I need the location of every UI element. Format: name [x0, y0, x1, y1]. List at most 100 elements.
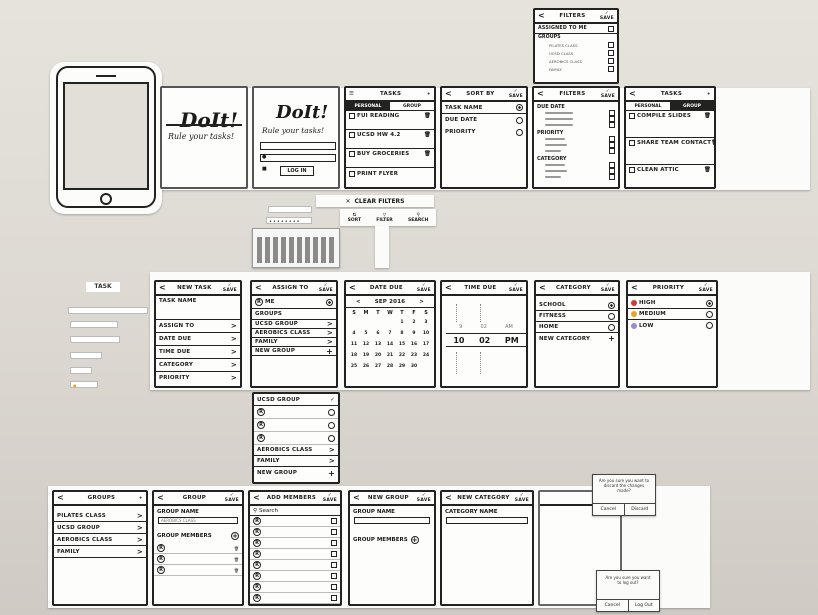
group-item[interactable]: PILATES CLASS >	[54, 510, 146, 522]
calendar-day[interactable]: 20	[372, 353, 384, 358]
person-row[interactable]: R	[250, 527, 340, 538]
calendar-day[interactable]: 29	[396, 364, 408, 369]
sort-option[interactable]: TASK NAME	[442, 102, 526, 114]
task-item[interactable]: PRINT FLYER	[346, 168, 434, 180]
save-button[interactable]: ✓ SAVE	[509, 89, 523, 99]
sort-option[interactable]: PRIORITY	[442, 126, 526, 138]
task-item[interactable]: FUI READING 🗑	[346, 111, 434, 130]
checkbox[interactable]	[331, 551, 337, 557]
tab-personal[interactable]: PERSONAL	[626, 102, 670, 110]
group-filter-option[interactable]: UCSD CLASS	[535, 49, 617, 57]
sort-button[interactable]: ⇅ SORT	[348, 213, 361, 223]
calendar-day[interactable]: 30	[408, 364, 420, 369]
task-item[interactable]: COMPILE SLIDES 🗑	[626, 111, 714, 138]
person-row[interactable]: R	[250, 593, 340, 604]
calendar-day[interactable]: 16	[408, 342, 420, 347]
person-row[interactable]: R	[250, 549, 340, 560]
group-filter-option[interactable]: AEROBICS CLASS	[535, 57, 617, 65]
task-item[interactable]: BUY GROCERIES 🗑	[346, 149, 434, 168]
member-row[interactable]: R 🗑	[154, 565, 242, 576]
keyboard[interactable]	[252, 228, 340, 268]
save-button[interactable]: ✓ SAVE	[699, 283, 713, 293]
member-row[interactable]: R	[254, 419, 338, 432]
add-member-icon[interactable]: +	[410, 536, 419, 544]
filter-option[interactable]	[537, 122, 615, 128]
checkbox[interactable]	[331, 595, 337, 601]
back-icon[interactable]: <	[349, 284, 356, 292]
trash-icon[interactable]: 🗑	[424, 113, 431, 119]
group-option[interactable]: UCSD GROUP >	[252, 320, 336, 329]
trash-icon[interactable]: 🗑	[704, 167, 711, 173]
calendar-day[interactable]: 7	[384, 331, 396, 336]
save-button[interactable]: ✓ SAVE	[323, 493, 337, 503]
back-icon[interactable]: <	[631, 284, 638, 292]
add-task-icon[interactable]: +	[427, 92, 431, 97]
back-icon[interactable]: <	[445, 494, 452, 502]
time-due-row[interactable]: TIME DUE >	[156, 346, 240, 359]
save-button[interactable]: ✓ SAVE	[417, 283, 431, 293]
group-name-input[interactable]	[354, 517, 430, 524]
checkbox[interactable]	[331, 573, 337, 579]
discard-button[interactable]: Discard	[625, 504, 656, 515]
calendar-day[interactable]: 4	[348, 331, 360, 336]
group-option[interactable]: AEROBICS CLASS >	[252, 329, 336, 338]
date-due-row[interactable]: DATE DUE >	[156, 333, 240, 346]
calendar-day[interactable]: 14	[384, 342, 396, 347]
radio-icon[interactable]	[516, 116, 523, 124]
save-button[interactable]: ✓ SAVE	[509, 283, 523, 293]
radio-selected-icon[interactable]	[516, 104, 523, 111]
task-item[interactable]: UCSD HW 4.2 🗑	[346, 130, 434, 149]
clear-filters-bar[interactable]: ✕ CLEAR FILTERS	[316, 195, 434, 207]
checkbox[interactable]	[608, 66, 614, 72]
cancel-button[interactable]: Cancel	[597, 600, 629, 611]
radio-icon[interactable]	[328, 408, 335, 416]
group-filter-option[interactable]: PILATES CLASS	[535, 41, 617, 49]
calendar-day[interactable]: 1	[396, 320, 408, 325]
member-row[interactable]: R 🗑	[154, 554, 242, 565]
back-icon[interactable]: <	[538, 12, 545, 20]
sort-option[interactable]: DUE DATE	[442, 114, 526, 126]
member-row[interactable]: R 🗑	[154, 543, 242, 554]
person-row[interactable]: R	[250, 516, 340, 527]
calendar-day[interactable]: 3	[420, 320, 432, 325]
checkbox[interactable]	[331, 540, 337, 546]
group-option[interactable]: FAMILY >	[254, 456, 338, 467]
filter-option[interactable]	[537, 148, 615, 154]
calendar-day[interactable]: 8	[396, 331, 408, 336]
group-option[interactable]: AEROBICS CLASS >	[254, 445, 338, 456]
search-button[interactable]: ⚲ SEARCH	[408, 213, 428, 223]
group-option-expanded[interactable]: UCSD GROUP ✓	[254, 394, 338, 406]
group-name-input[interactable]: AEROBICS CLASS	[158, 517, 238, 524]
new-category-option[interactable]: NEW CATEGORY +	[536, 333, 618, 344]
back-icon[interactable]: <	[253, 494, 260, 502]
group-filter-option[interactable]: FAMILY	[535, 65, 617, 73]
radio-icon[interactable]	[706, 310, 713, 318]
checkbox[interactable]	[331, 518, 337, 524]
save-button[interactable]: ✓ SAVE	[225, 493, 239, 503]
save-button[interactable]: ✓ SAVE	[600, 11, 614, 21]
password-field[interactable]: ■	[260, 154, 336, 172]
back-icon[interactable]: <	[537, 90, 544, 98]
back-icon[interactable]: <	[629, 90, 636, 98]
add-group-icon[interactable]: +	[139, 496, 143, 501]
calendar-day[interactable]: 18	[348, 353, 360, 358]
task-checkbox[interactable]	[349, 132, 355, 138]
logout-button[interactable]: Log Out	[629, 600, 660, 611]
back-icon[interactable]: <	[157, 494, 164, 502]
next-month-icon[interactable]: >	[419, 299, 424, 305]
group-item[interactable]: AEROBICS CLASS >	[54, 534, 146, 546]
checkbox[interactable]	[331, 584, 337, 590]
calendar-day[interactable]: 28	[384, 364, 396, 369]
trash-icon[interactable]: 🗑	[711, 140, 714, 146]
task-item[interactable]: SHARE TEAM CONTACT 🗑	[626, 138, 714, 165]
radio-icon[interactable]	[328, 434, 335, 442]
calendar-day[interactable]: 12	[360, 342, 372, 347]
save-button[interactable]: ✓ SAVE	[417, 493, 431, 503]
trash-icon[interactable]: 🗑	[234, 546, 239, 551]
save-button[interactable]: ✓ SAVE	[601, 89, 615, 99]
calendar-day[interactable]: 25	[348, 364, 360, 369]
calendar-day[interactable]: 22	[396, 353, 408, 358]
calendar-day[interactable]: 27	[372, 364, 384, 369]
search-bar[interactable]: ⚲ Search	[250, 506, 340, 516]
new-group-option[interactable]: NEW GROUP +	[252, 347, 336, 356]
